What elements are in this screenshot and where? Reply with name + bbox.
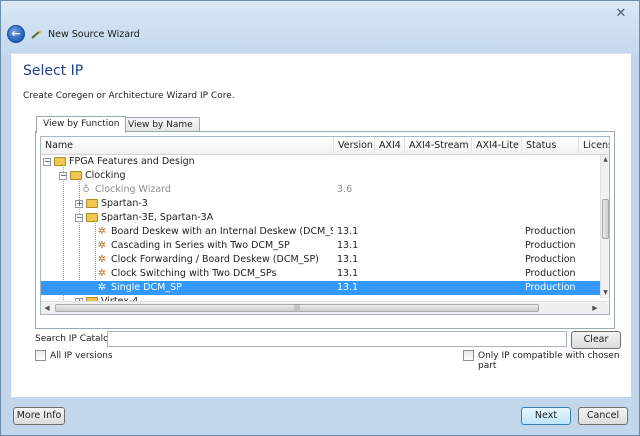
ip-core-icon: ✲	[97, 254, 107, 265]
row-name: Clocking Wizard	[95, 184, 171, 195]
row-name: Spartan-3E, Spartan-3A	[101, 212, 214, 223]
column-header-status[interactable]: Status	[522, 137, 579, 155]
search-input[interactable]	[107, 331, 567, 347]
page-title: Select IP	[23, 63, 84, 79]
column-header-license[interactable]: Licens	[579, 137, 609, 155]
ip-core-icon: ✲	[97, 240, 107, 251]
horizontal-scroll-thumb[interactable]: |||	[55, 304, 539, 312]
vertical-scrollbar[interactable]: ▲ ▼	[600, 155, 609, 298]
column-header-axi4-stream[interactable]: AXI4-Stream	[405, 137, 472, 155]
collapse-icon[interactable]: −	[59, 172, 67, 180]
scroll-down-icon[interactable]: ▼	[601, 288, 609, 298]
tab-view-by-function[interactable]: View by Function	[36, 116, 127, 133]
scroll-up-icon[interactable]: ▲	[601, 155, 609, 165]
next-button[interactable]: Next	[521, 407, 571, 425]
column-header-version[interactable]: Version	[334, 137, 375, 155]
row-name: Single DCM_SP	[111, 282, 182, 293]
table-row[interactable]: ✲ Cascading in Series with Two DCM_SP 13…	[41, 239, 602, 253]
row-version: 13.1	[337, 268, 359, 279]
more-info-button[interactable]: More Info	[13, 407, 65, 425]
back-arrow-icon[interactable]: ←	[7, 25, 25, 43]
table-row[interactable]: + Spartan-3	[41, 197, 602, 211]
row-name: Spartan-3	[101, 198, 148, 209]
table-row[interactable]: ✲ Board Deskew with an Internal Deskew (…	[41, 225, 602, 239]
row-version: 13.1	[337, 240, 359, 251]
row-version: 13.1	[337, 254, 359, 265]
table-row[interactable]: − Clocking	[41, 169, 602, 183]
title-bar: ← New Source Wizard ✕	[1, 1, 639, 51]
row-status: Production	[525, 268, 576, 279]
folder-open-icon	[70, 171, 82, 180]
close-icon[interactable]: ✕	[611, 7, 631, 21]
window-title: New Source Wizard	[48, 29, 140, 40]
page-description: Create Coregen or Architecture Wizard IP…	[23, 91, 235, 101]
column-header-name[interactable]: Name	[41, 137, 334, 155]
column-header-axi4[interactable]: AXI4	[375, 137, 405, 155]
row-name: Clocking	[85, 170, 126, 181]
row-status: Production	[525, 226, 576, 237]
collapse-icon[interactable]: −	[43, 158, 51, 166]
table-row[interactable]: ✲ Clock Switching with Two DCM_SPs 13.1 …	[41, 267, 602, 281]
table-row[interactable]: ✲ Clock Forwarding / Board Deskew (DCM_S…	[41, 253, 602, 267]
compatible-only-checkbox[interactable]	[463, 350, 474, 361]
ip-core-icon: ✲	[97, 268, 107, 279]
wizard-content: Select IP Create Coregen or Architecture…	[11, 53, 631, 397]
row-name: Clock Forwarding / Board Deskew (DCM_SP)	[111, 254, 319, 265]
cancel-button[interactable]: Cancel	[578, 407, 628, 425]
table-header: Name Version AXI4 AXI4-Stream AXI4-Lite …	[41, 137, 609, 155]
scroll-left-icon[interactable]: ◀	[41, 302, 53, 314]
wizard-wand-icon	[31, 30, 42, 39]
ip-tree-table[interactable]: Name Version AXI4 AXI4-Stream AXI4-Lite …	[40, 136, 610, 315]
table-row[interactable]: − FPGA Features and Design	[41, 155, 602, 169]
row-version: 13.1	[337, 226, 359, 237]
row-name: FPGA Features and Design	[69, 156, 195, 167]
tree-rows: − FPGA Features and Design − Clocking ♁ …	[41, 155, 602, 309]
ip-core-icon: ✲	[97, 226, 107, 237]
all-ip-versions-label: All IP versions	[50, 351, 113, 361]
vertical-scroll-thumb[interactable]	[602, 199, 609, 239]
ip-catalog-panel: Name Version AXI4 AXI4-Stream AXI4-Lite …	[35, 131, 615, 329]
collapse-icon[interactable]: −	[75, 214, 83, 222]
row-status: Production	[525, 282, 576, 293]
row-version: 13.1	[337, 282, 359, 293]
search-label: Search IP Catalog:	[35, 334, 118, 344]
table-row[interactable]: ♁ Clocking Wizard 3.6	[41, 183, 602, 197]
table-row[interactable]: − Spartan-3E, Spartan-3A	[41, 211, 602, 225]
row-status: Production	[525, 240, 576, 251]
wizard-window: ← New Source Wizard ✕ Select IP Create C…	[0, 0, 640, 436]
clear-button[interactable]: Clear	[571, 331, 621, 349]
row-name: Clock Switching with Two DCM_SPs	[111, 268, 277, 279]
wizard-footer: More Info Next Cancel	[1, 397, 639, 435]
expand-icon[interactable]: +	[75, 200, 83, 208]
horizontal-scrollbar[interactable]: ◀ ||| ▶	[41, 301, 609, 314]
folder-icon	[86, 199, 98, 208]
row-name: Cascading in Series with Two DCM_SP	[111, 240, 290, 251]
compatible-only-label: Only IP compatible with chosen part	[478, 351, 620, 371]
all-ip-versions-checkbox[interactable]	[35, 350, 46, 361]
column-header-axi4-lite[interactable]: AXI4-Lite	[472, 137, 522, 155]
folder-open-icon	[86, 213, 98, 222]
folder-open-icon	[54, 157, 66, 166]
row-name: Board Deskew with an Internal Deskew (DC…	[111, 226, 333, 237]
ip-core-icon: ✲	[97, 282, 107, 293]
bulb-icon: ♁	[82, 184, 90, 195]
row-version: 3.6	[337, 184, 353, 195]
table-row-selected[interactable]: ✲ Single DCM_SP 13.1 Production	[41, 281, 602, 295]
scroll-right-icon[interactable]: ▶	[589, 302, 601, 314]
row-status: Production	[525, 254, 576, 265]
